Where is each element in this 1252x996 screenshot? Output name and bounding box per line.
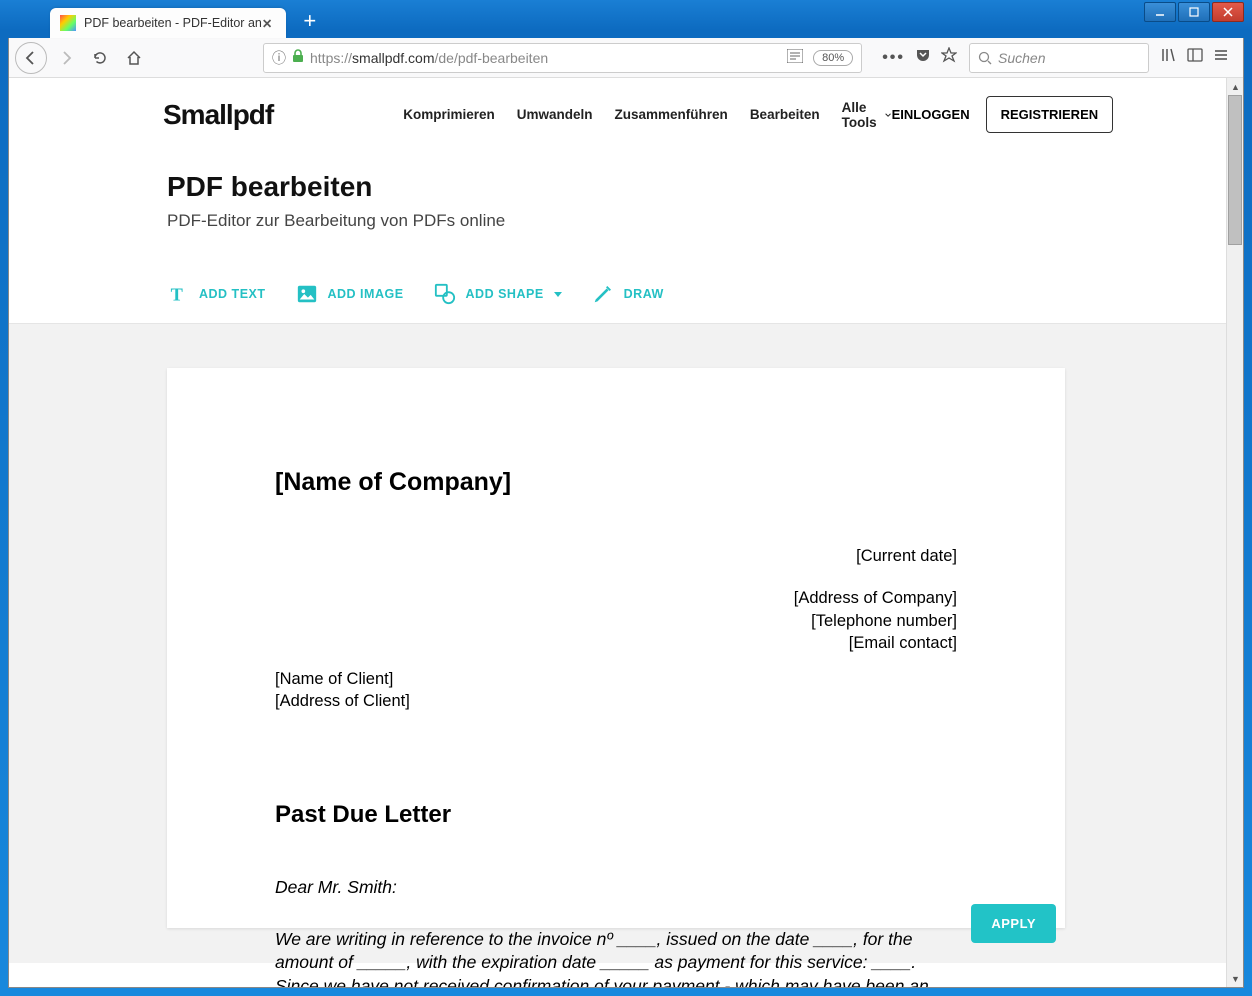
tab-favicon: [60, 15, 76, 31]
sidebar-icon[interactable]: [1187, 47, 1203, 68]
doc-salutation: Dear Mr. Smith:: [275, 877, 957, 898]
close-tab-icon[interactable]: ✕: [262, 16, 276, 30]
vertical-scrollbar[interactable]: ▲ ▼: [1226, 78, 1243, 987]
text-icon: T: [167, 283, 189, 305]
doc-company-address: [Address of Company]: [275, 587, 957, 609]
url-prefix: https://: [310, 50, 352, 66]
bookmark-star-icon[interactable]: [941, 47, 957, 68]
page-title: PDF bearbeiten: [167, 171, 1226, 203]
site-info-icon[interactable]: ⓘ: [272, 48, 286, 68]
zoom-badge[interactable]: 80%: [813, 50, 853, 66]
shape-icon: [434, 283, 456, 305]
back-button[interactable]: [15, 42, 47, 74]
forward-button[interactable]: [51, 43, 81, 73]
add-image-label: ADD IMAGE: [328, 287, 404, 301]
nav-all-tools-label: Alle Tools: [842, 100, 881, 130]
scroll-up-arrow[interactable]: ▲: [1227, 78, 1243, 95]
search-bar[interactable]: Suchen: [969, 43, 1149, 73]
doc-body: We are writing in reference to the invoi…: [275, 928, 957, 987]
pencil-icon: [592, 283, 614, 305]
doc-heading: Past Due Letter: [275, 801, 957, 829]
url-host: smallpdf.com: [352, 50, 434, 66]
library-icon[interactable]: [1161, 47, 1177, 68]
nav-merge[interactable]: Zusammenführen: [615, 100, 728, 130]
scroll-thumb[interactable]: [1228, 95, 1242, 245]
doc-company-name: [Name of Company]: [275, 468, 957, 497]
image-icon: [296, 283, 318, 305]
draw-tool[interactable]: DRAW: [592, 283, 664, 305]
doc-client-name: [Name of Client]: [275, 668, 957, 690]
nav-all-tools[interactable]: Alle Tools: [842, 100, 892, 130]
draw-label: DRAW: [624, 287, 664, 301]
add-text-tool[interactable]: T ADD TEXT: [167, 283, 266, 305]
site-nav: Komprimieren Umwandeln Zusammenführen Be…: [403, 100, 891, 130]
site-logo[interactable]: Smallpdf: [163, 99, 273, 131]
register-button[interactable]: REGISTRIEREN: [986, 96, 1114, 133]
add-shape-tool[interactable]: ADD SHAPE: [434, 283, 562, 305]
address-bar[interactable]: ⓘ https://smallpdf.com/de/pdf-bearbeiten…: [263, 43, 862, 73]
nav-edit[interactable]: Bearbeiten: [750, 100, 820, 130]
home-button[interactable]: [119, 43, 149, 73]
svg-text:T: T: [171, 284, 184, 304]
apply-button[interactable]: APPLY: [971, 904, 1056, 943]
browser-toolbar: ⓘ https://smallpdf.com/de/pdf-bearbeiten…: [9, 38, 1243, 78]
url-path: /de/pdf-bearbeiten: [435, 50, 549, 66]
close-window-button[interactable]: [1212, 2, 1244, 22]
minimize-button[interactable]: [1144, 2, 1176, 22]
editor-canvas[interactable]: [Name of Company] [Current date] [Addres…: [9, 323, 1226, 963]
maximize-button[interactable]: [1178, 2, 1210, 22]
lock-icon: [292, 49, 304, 66]
reader-mode-icon[interactable]: [787, 49, 803, 66]
tab-title: PDF bearbeiten - PDF-Editor an: [84, 16, 262, 30]
add-text-label: ADD TEXT: [199, 287, 266, 301]
hamburger-menu-icon[interactable]: [1213, 47, 1229, 68]
add-image-tool[interactable]: ADD IMAGE: [296, 283, 404, 305]
add-shape-label: ADD SHAPE: [466, 287, 544, 301]
pdf-page[interactable]: [Name of Company] [Current date] [Addres…: [167, 368, 1065, 928]
browser-tab[interactable]: PDF bearbeiten - PDF-Editor an ✕: [50, 8, 286, 38]
chevron-down-icon: [554, 292, 562, 297]
page-subtitle: PDF-Editor zur Bearbeitung von PDFs onli…: [167, 211, 1226, 231]
site-header: Smallpdf Komprimieren Umwandeln Zusammen…: [9, 78, 1226, 133]
page-actions-icon[interactable]: •••: [882, 49, 905, 67]
doc-telephone: [Telephone number]: [275, 610, 957, 632]
new-tab-button[interactable]: +: [296, 9, 324, 37]
search-placeholder: Suchen: [998, 50, 1045, 66]
nav-compress[interactable]: Komprimieren: [403, 100, 495, 130]
pocket-icon[interactable]: [915, 47, 931, 68]
doc-client-address: [Address of Client]: [275, 690, 957, 712]
doc-email: [Email contact]: [275, 632, 957, 654]
scroll-down-arrow[interactable]: ▼: [1227, 970, 1243, 987]
reload-button[interactable]: [85, 43, 115, 73]
login-link[interactable]: EINLOGGEN: [892, 107, 970, 122]
editor-toolbar: T ADD TEXT ADD IMAGE ADD SHAPE DRA: [167, 283, 1226, 323]
doc-current-date: [Current date]: [275, 545, 957, 567]
nav-convert[interactable]: Umwandeln: [517, 100, 593, 130]
